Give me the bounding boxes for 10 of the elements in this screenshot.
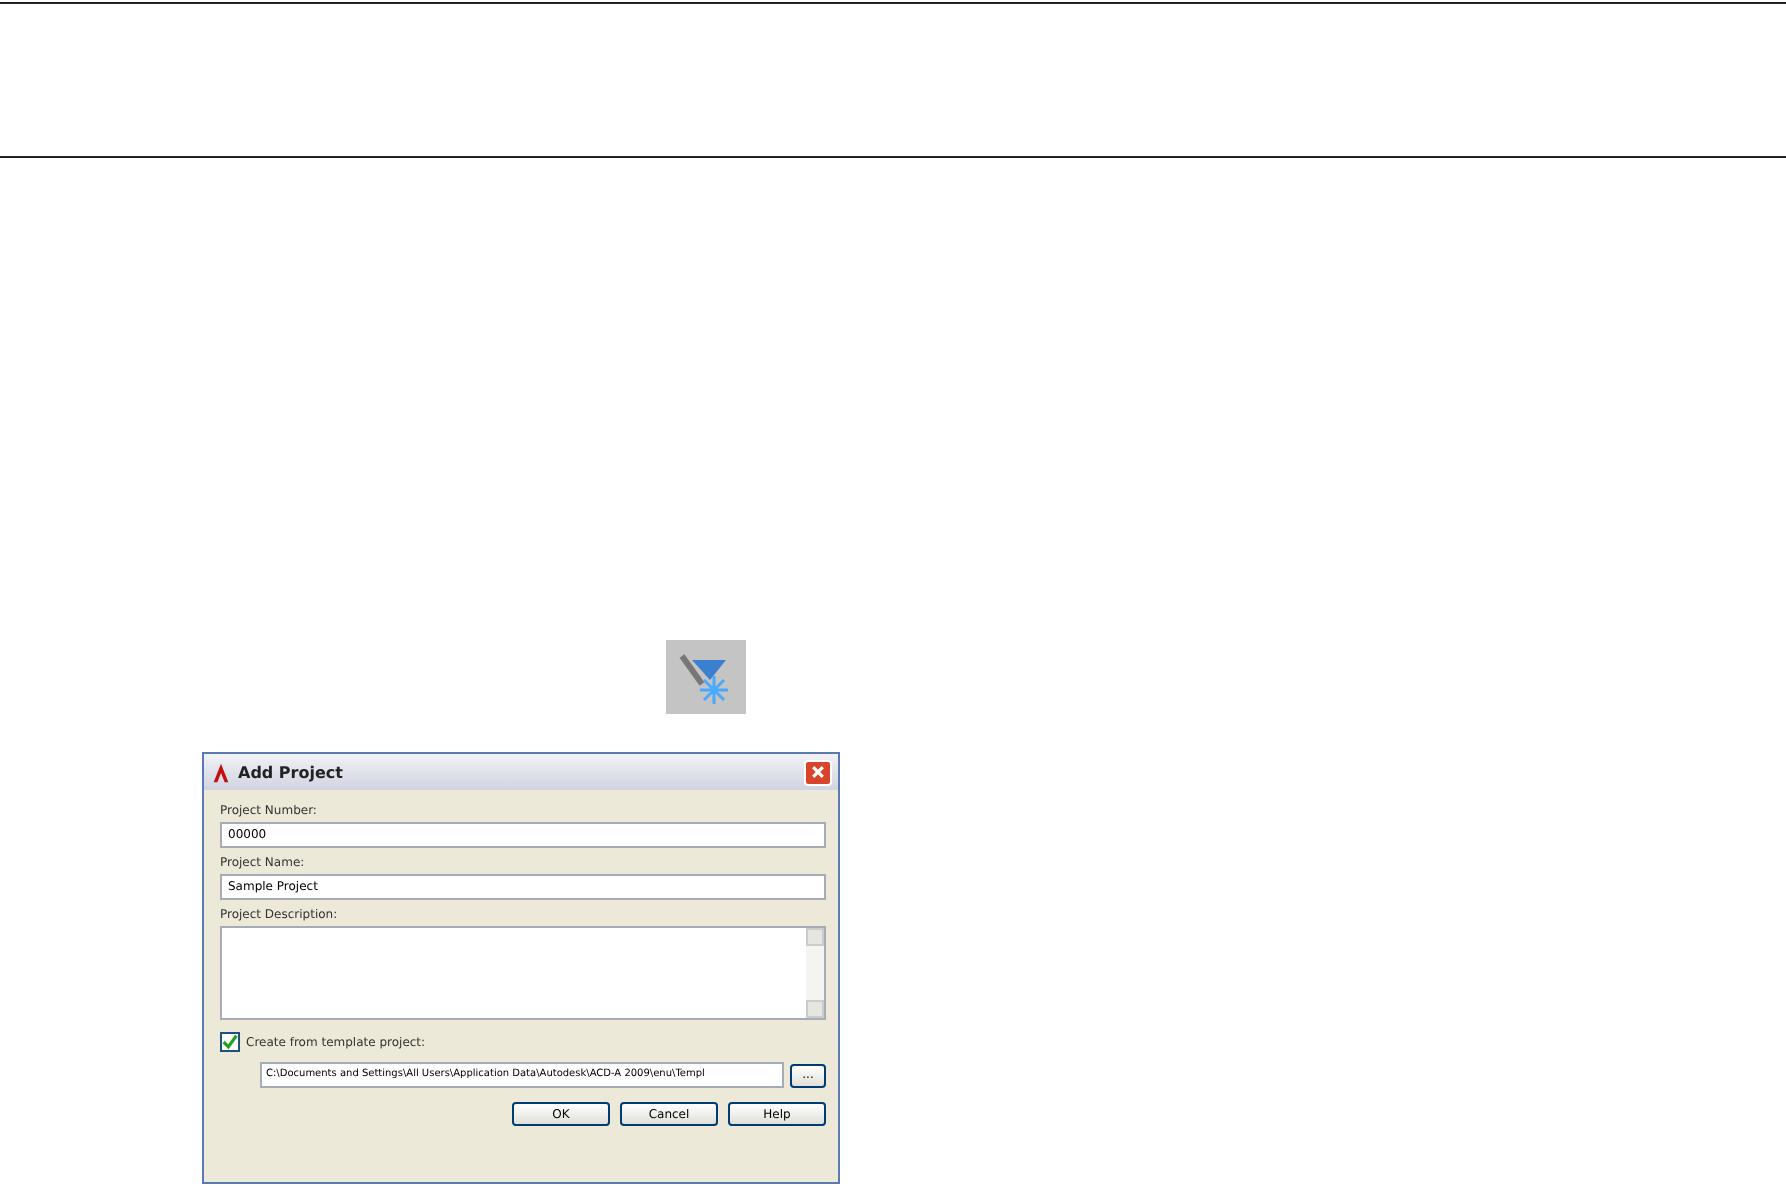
dialog-title: Add Project xyxy=(238,763,345,781)
close-icon xyxy=(810,764,826,780)
description-field[interactable] xyxy=(220,926,826,1020)
close-button[interactable] xyxy=(804,759,832,785)
scroll-up-button[interactable] xyxy=(806,928,824,946)
app-logo-icon xyxy=(210,761,232,783)
scroll-down-button[interactable] xyxy=(806,1000,824,1018)
tool-icon[interactable] xyxy=(666,640,746,714)
scrollbar[interactable] xyxy=(806,928,824,1018)
checkbox[interactable] xyxy=(220,1032,240,1052)
